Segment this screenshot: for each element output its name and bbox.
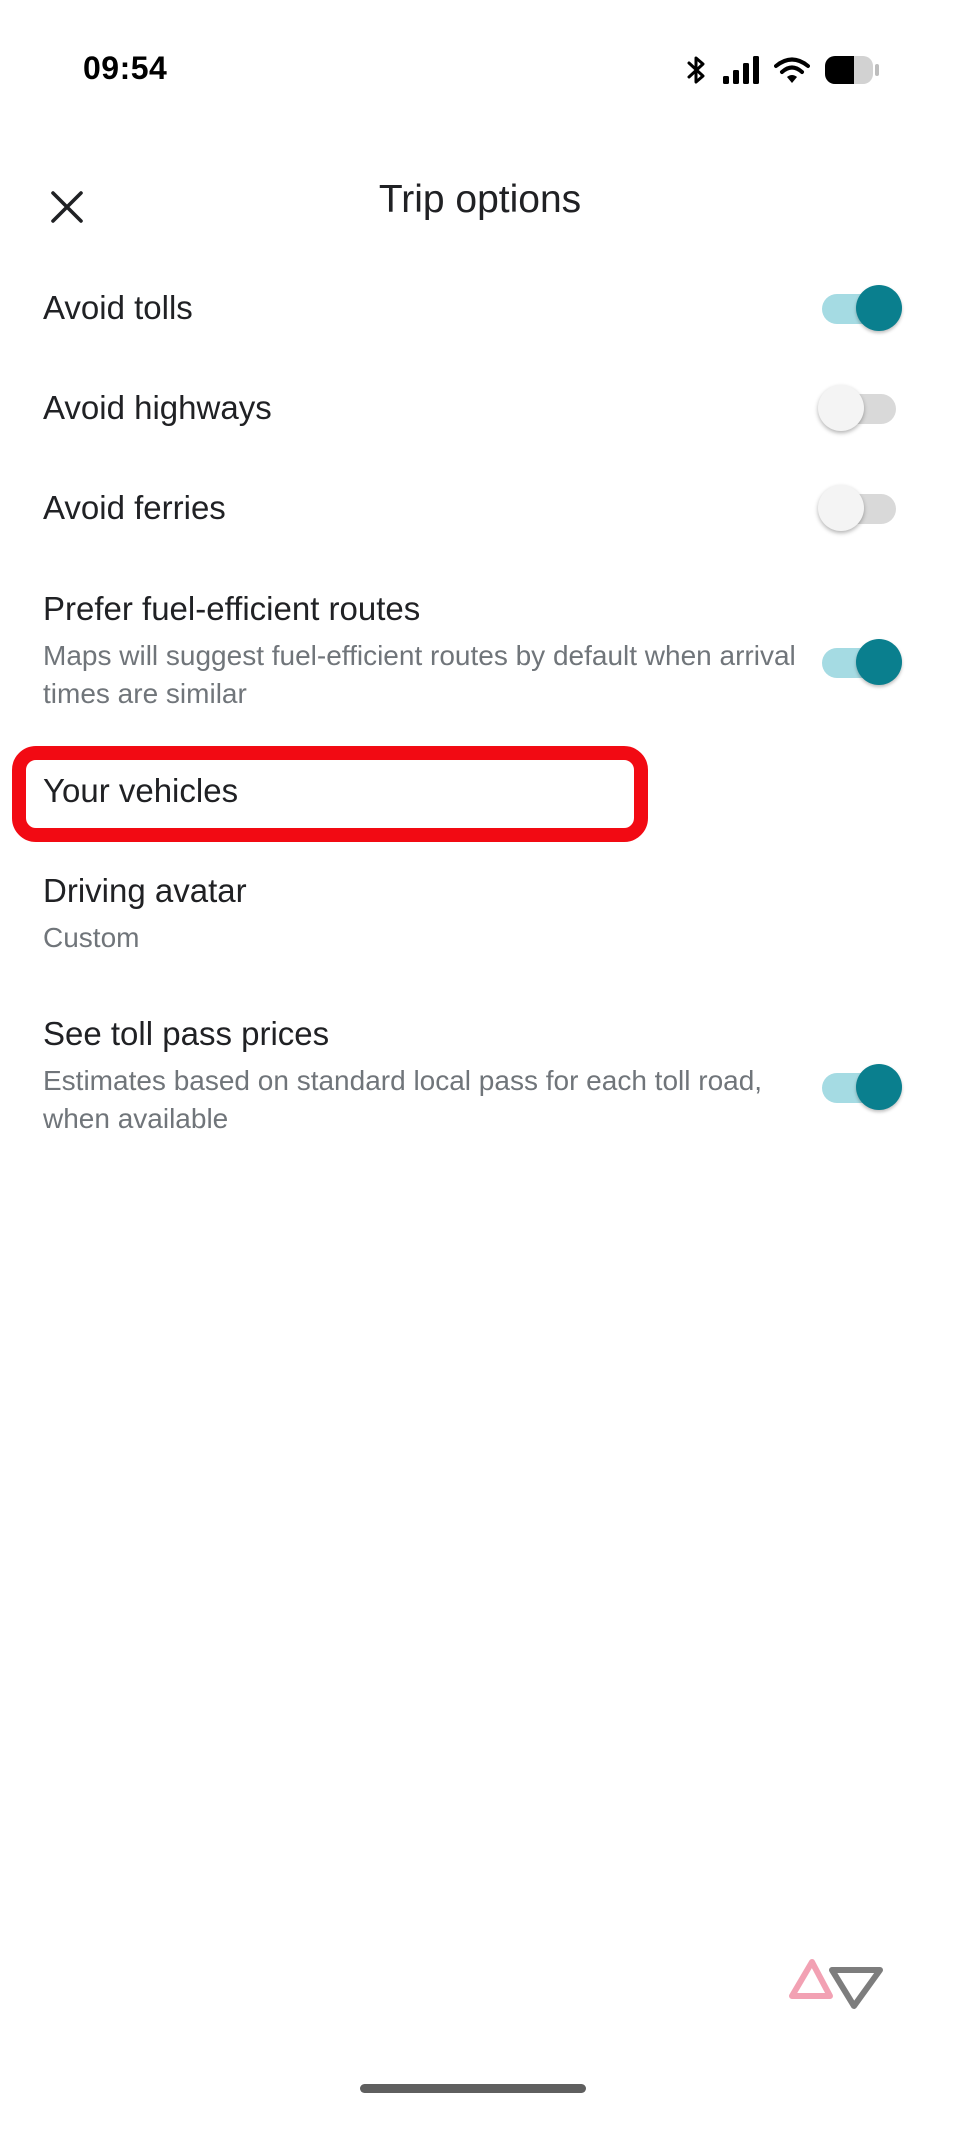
row-your-vehicles[interactable]: Your vehicles	[0, 762, 960, 828]
watermark-logo	[789, 1959, 883, 2009]
toll-pass-prices-subtitle: Estimates based on standard local pass f…	[43, 1065, 763, 1134]
fuel-efficient-subtitle: Maps will suggest fuel-efficient routes …	[43, 640, 796, 709]
home-indicator[interactable]	[360, 2084, 586, 2093]
toggle-knob	[856, 285, 902, 331]
row-avoid-highways[interactable]: Avoid highways	[0, 376, 960, 442]
row-driving-avatar[interactable]: Driving avatar Custom	[0, 862, 960, 972]
avoid-tolls-toggle[interactable]	[822, 285, 902, 331]
fuel-efficient-label: Prefer fuel-efficient routes	[43, 590, 421, 627]
driving-avatar-value: Custom	[43, 922, 140, 953]
fuel-efficient-toggle[interactable]	[822, 639, 902, 685]
row-fuel-efficient[interactable]: Prefer fuel-efficient routes Maps will s…	[0, 580, 960, 720]
avoid-tolls-label: Avoid tolls	[43, 289, 193, 326]
driving-avatar-label: Driving avatar	[43, 872, 247, 909]
avoid-ferries-label: Avoid ferries	[43, 489, 226, 526]
toll-pass-prices-toggle[interactable]	[822, 1064, 902, 1110]
bluetooth-icon	[687, 56, 705, 84]
avoid-highways-toggle[interactable]	[818, 385, 896, 431]
toll-pass-prices-label: See toll pass prices	[43, 1015, 330, 1052]
row-toll-pass-prices[interactable]: See toll pass prices Estimates based on …	[0, 1005, 960, 1145]
wifi-icon	[774, 57, 810, 83]
toggle-knob	[818, 485, 864, 531]
toggle-knob	[856, 639, 902, 685]
cellular-signal-icon	[723, 56, 759, 84]
your-vehicles-label: Your vehicles	[43, 772, 239, 809]
page-title: Trip options	[378, 178, 582, 221]
status-icons	[672, 52, 880, 88]
row-avoid-tolls[interactable]: Avoid tolls	[0, 276, 960, 342]
status-bar: 09:54	[0, 0, 960, 140]
toggle-knob	[818, 385, 864, 431]
avoid-highways-label: Avoid highways	[43, 389, 272, 426]
toggle-knob	[856, 1064, 902, 1110]
status-time: 09:54	[83, 50, 168, 86]
header: Trip options	[0, 160, 960, 244]
row-avoid-ferries[interactable]: Avoid ferries	[0, 476, 960, 542]
avoid-ferries-toggle[interactable]	[818, 485, 896, 531]
battery-icon	[825, 56, 879, 84]
